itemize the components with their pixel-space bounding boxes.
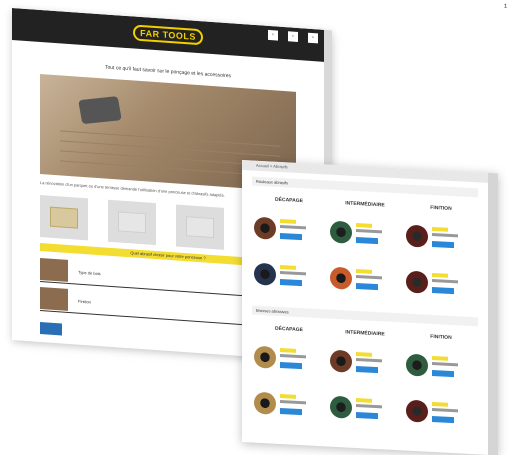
menu-icon[interactable]: ◦ xyxy=(308,32,318,44)
footer-block xyxy=(40,321,62,336)
row-label: Finition xyxy=(78,298,91,305)
badge xyxy=(432,272,448,278)
product-card[interactable] xyxy=(108,199,156,246)
roll-image xyxy=(330,395,352,419)
badge xyxy=(280,393,296,399)
buy-button[interactable] xyxy=(280,232,302,241)
badge xyxy=(280,218,296,224)
product-image xyxy=(186,216,214,239)
buy-button[interactable] xyxy=(280,407,302,416)
brand-logo: FAR TOOLS xyxy=(133,24,203,46)
roll-image xyxy=(254,216,276,240)
grid-column: INTERMÉDIAIRE xyxy=(330,325,400,437)
product-item[interactable] xyxy=(330,341,400,385)
badge xyxy=(356,397,372,403)
column-title: FINITION xyxy=(430,333,452,341)
buy-button[interactable] xyxy=(432,240,454,249)
cart-icon[interactable]: ◦ xyxy=(288,31,298,42)
roll-image xyxy=(406,224,428,248)
roll-image xyxy=(330,266,352,290)
roll-image xyxy=(254,262,276,286)
roll-image xyxy=(406,399,428,423)
badge xyxy=(432,226,448,232)
product-name xyxy=(432,361,458,367)
product-name xyxy=(356,357,382,363)
buy-button[interactable] xyxy=(356,365,378,374)
row-label: Type de bois xyxy=(78,269,101,276)
corner-marker: ¹ xyxy=(504,2,507,12)
buy-button[interactable] xyxy=(280,278,302,287)
grid-column: DÉCAPAGE xyxy=(254,321,324,433)
product-item[interactable] xyxy=(254,254,324,298)
column-title: INTERMÉDIAIRE xyxy=(345,200,385,209)
badge xyxy=(432,355,448,361)
product-item[interactable] xyxy=(254,337,324,381)
top-navbar: FAR TOOLS ◦ ◦ ◦ xyxy=(12,8,324,62)
product-item[interactable] xyxy=(406,262,476,306)
badge xyxy=(356,268,372,274)
top-icons: ◦ ◦ ◦ xyxy=(268,29,318,44)
buy-button[interactable] xyxy=(432,286,454,295)
product-name xyxy=(280,353,306,359)
buy-button[interactable] xyxy=(280,361,302,370)
badge xyxy=(356,222,372,228)
product-name xyxy=(432,278,458,284)
product-name xyxy=(356,403,382,409)
product-grid: DÉCAPAGE INTERMÉDIAIRE FINITION xyxy=(254,192,476,312)
row-thumbnail xyxy=(40,286,68,311)
product-name xyxy=(280,270,306,276)
grid-column: DÉCAPAGE xyxy=(254,192,324,304)
column-title: DÉCAPAGE xyxy=(275,196,303,205)
product-grid-preview: Accueil > Abrasifs Rouleaux abrasifs DÉC… xyxy=(242,160,498,455)
grid-column: INTERMÉDIAIRE xyxy=(330,196,400,308)
roll-image xyxy=(406,270,428,294)
product-item[interactable] xyxy=(330,212,400,256)
product-item[interactable] xyxy=(330,387,400,431)
product-item[interactable] xyxy=(330,258,400,302)
product-item[interactable] xyxy=(406,216,476,260)
buy-button[interactable] xyxy=(432,415,454,424)
product-name xyxy=(356,274,382,280)
product-name xyxy=(280,224,306,230)
product-item[interactable] xyxy=(406,345,476,389)
product-image xyxy=(50,206,78,229)
column-title: DÉCAPAGE xyxy=(275,325,303,334)
badge xyxy=(280,347,296,353)
product-name xyxy=(432,232,458,238)
roll-image xyxy=(254,345,276,369)
badge xyxy=(432,401,448,407)
grid-column: FINITION xyxy=(406,200,476,312)
roll-image xyxy=(330,349,352,373)
product-name xyxy=(356,228,382,234)
product-card[interactable] xyxy=(176,204,224,250)
buy-button[interactable] xyxy=(356,282,378,291)
product-card[interactable] xyxy=(40,194,88,241)
buy-button[interactable] xyxy=(356,411,378,420)
badge xyxy=(356,351,372,357)
grid-column: FINITION xyxy=(406,329,476,441)
buy-button[interactable] xyxy=(432,369,454,378)
roll-image xyxy=(254,391,276,415)
column-title: INTERMÉDIAIRE xyxy=(345,329,385,338)
account-icon[interactable]: ◦ xyxy=(268,29,278,41)
roll-image xyxy=(406,353,428,377)
product-grid: DÉCAPAGE INTERMÉDIAIRE FINITION xyxy=(254,321,476,441)
row-thumbnail xyxy=(40,257,68,282)
product-name xyxy=(280,399,306,405)
buy-button[interactable] xyxy=(356,236,378,245)
roll-image xyxy=(330,220,352,244)
product-item[interactable] xyxy=(254,208,324,252)
product-item[interactable] xyxy=(254,383,324,427)
product-name xyxy=(432,407,458,413)
badge xyxy=(280,264,296,270)
product-item[interactable] xyxy=(406,391,476,435)
product-image xyxy=(118,211,146,234)
column-title: FINITION xyxy=(430,204,452,212)
